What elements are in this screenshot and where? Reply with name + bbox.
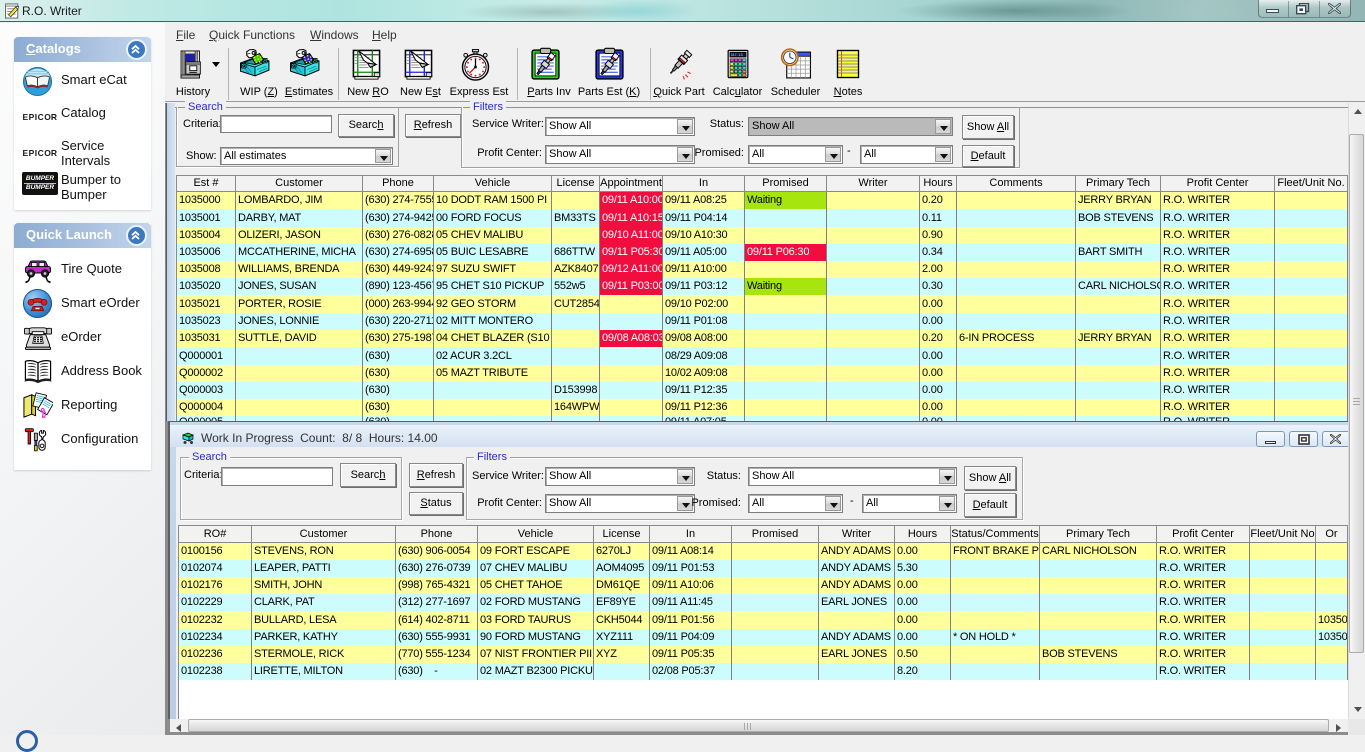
svg-text:317.13: 317.13 — [731, 54, 743, 58]
